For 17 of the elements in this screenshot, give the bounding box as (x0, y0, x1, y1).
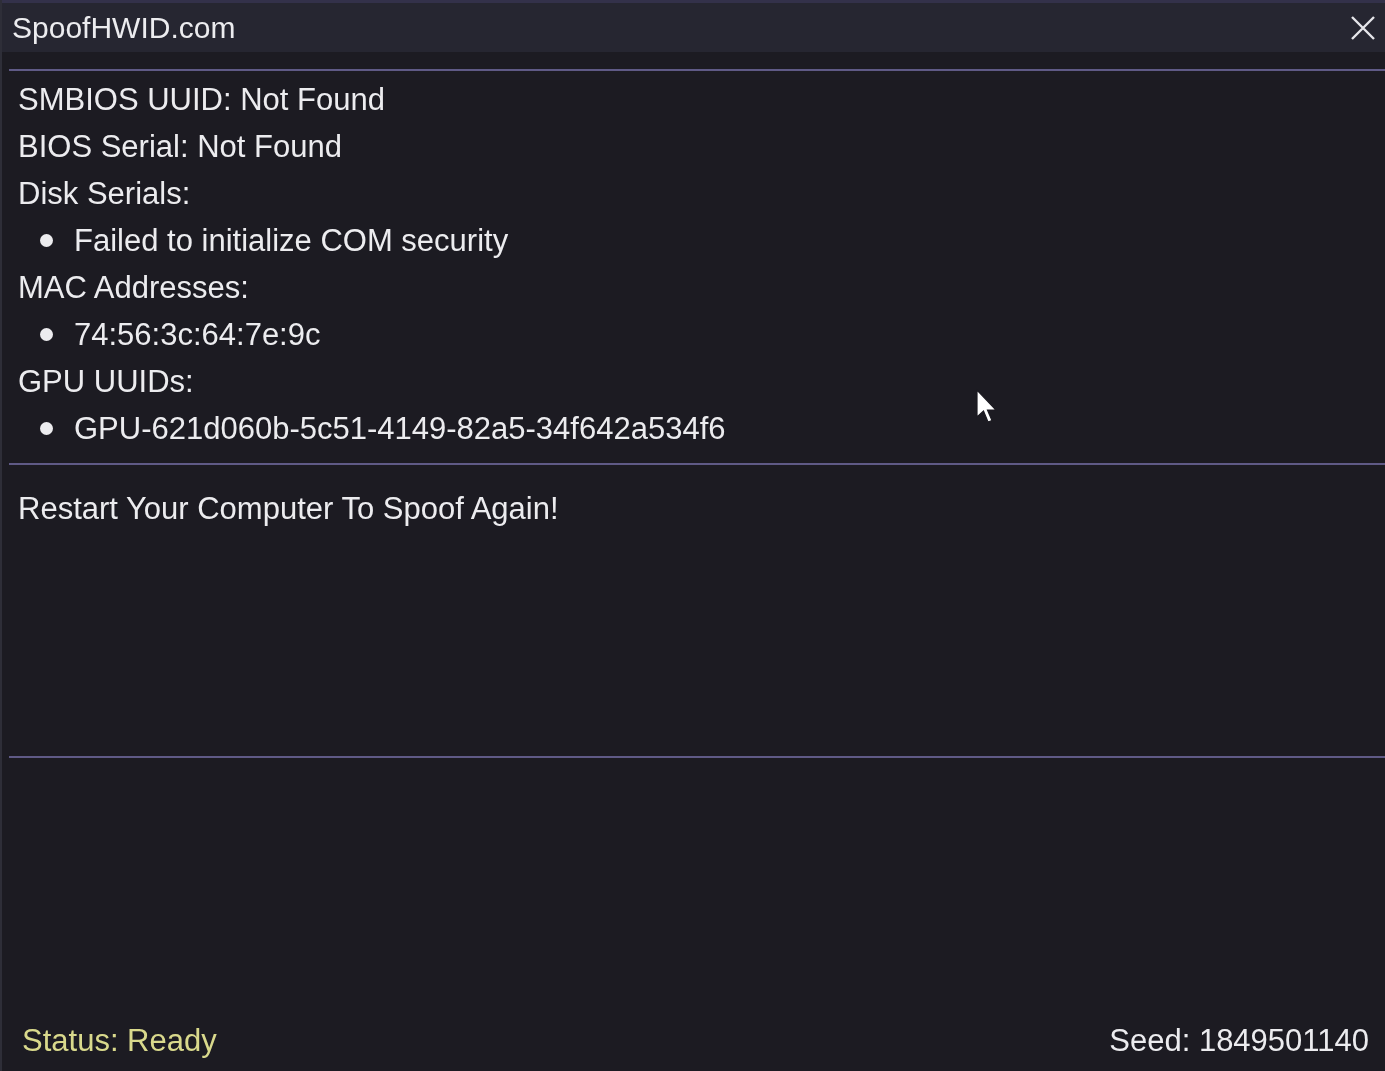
bullet-icon (40, 328, 53, 341)
list-item-text: 74:56:3c:64:7e:9c (74, 316, 321, 354)
close-button[interactable] (1351, 15, 1375, 40)
status-text: Status: Ready (22, 1022, 217, 1060)
info-text: BIOS Serial: Not Found (18, 128, 342, 166)
info-text: MAC Addresses: (18, 269, 249, 307)
seed-text: Seed: 1849501140 (1109, 1022, 1369, 1060)
close-icon (1351, 15, 1375, 40)
list-item-text: GPU-621d060b-5c51-4149-82a5-34f642a534f6 (74, 410, 726, 448)
window-title: SpoofHWID.com (12, 10, 236, 45)
bullet-icon (40, 234, 53, 247)
info-text: SMBIOS UUID: Not Found (18, 81, 385, 119)
bullet-icon (40, 422, 53, 435)
info-text: Disk Serials: (18, 175, 191, 213)
message-text: Restart Your Computer To Spoof Again! (18, 490, 559, 528)
list-item-text: Failed to initialize COM security (74, 222, 509, 260)
info-text: GPU UUIDs: (18, 363, 194, 401)
